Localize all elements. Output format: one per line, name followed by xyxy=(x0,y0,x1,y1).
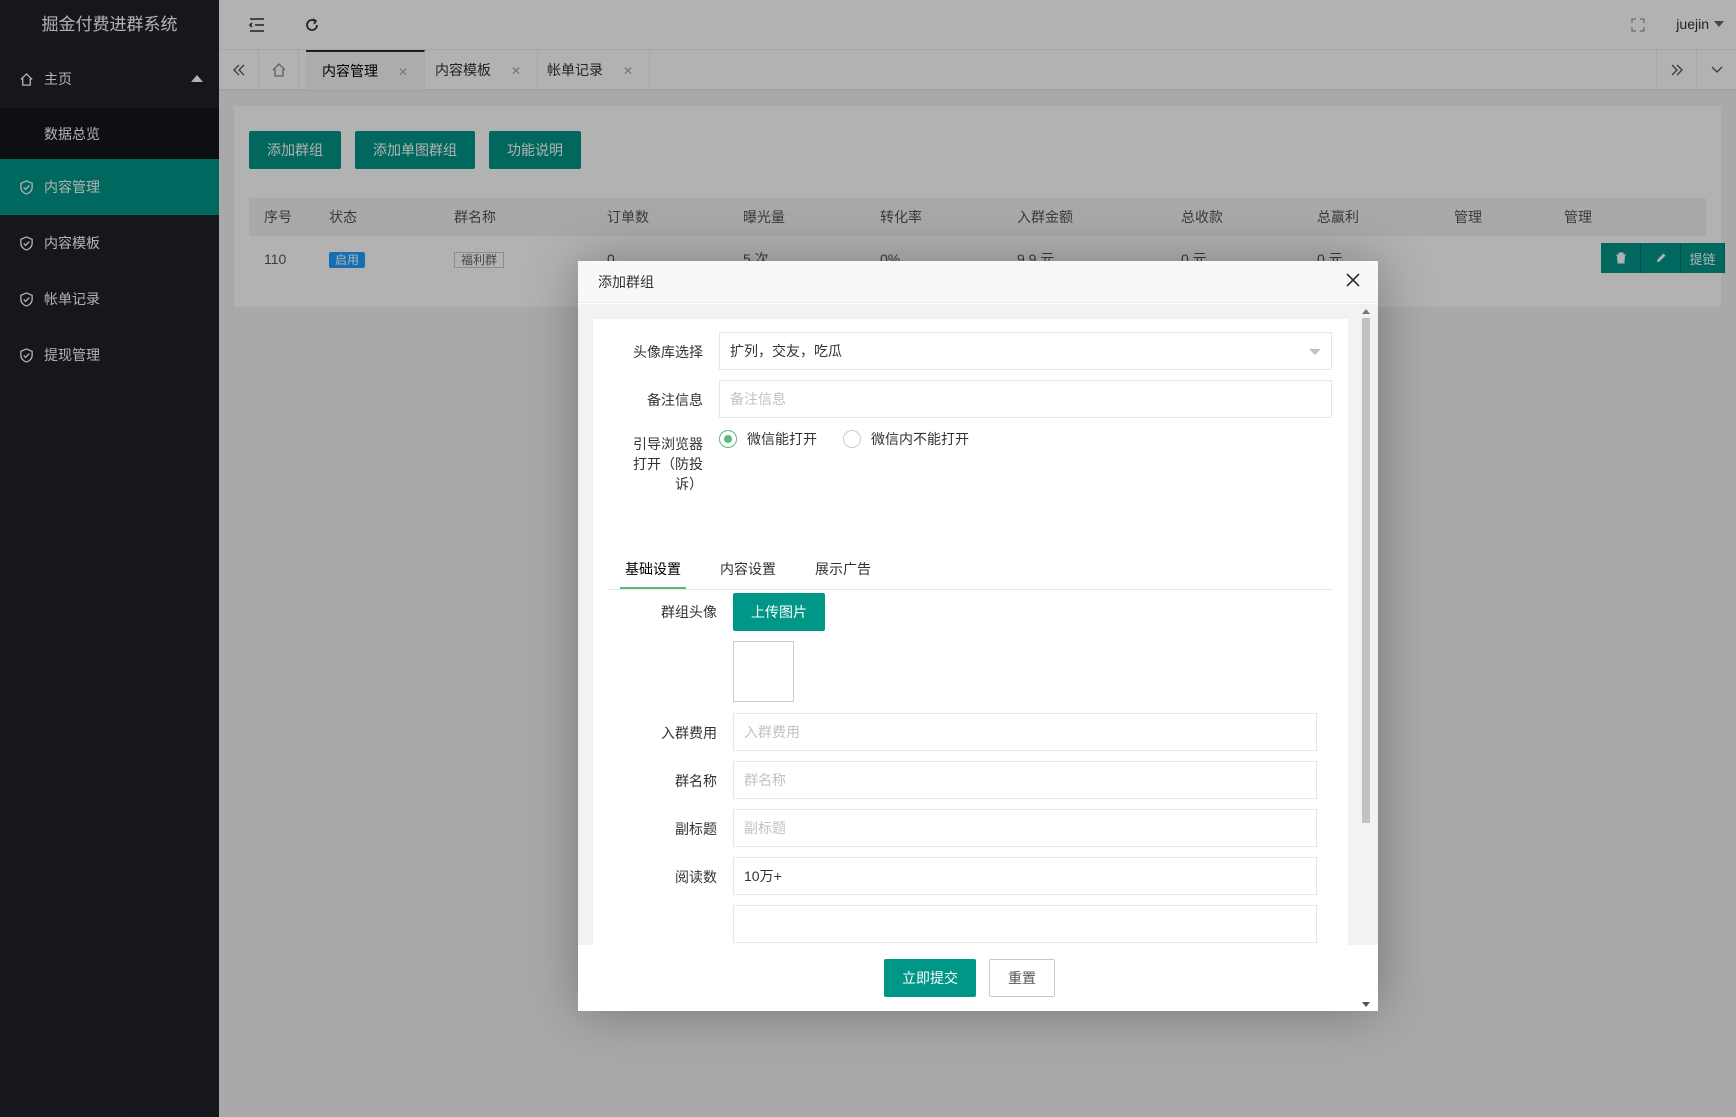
scroll-thumb[interactable] xyxy=(1362,318,1370,823)
group-name-input[interactable]: 群名称 xyxy=(733,761,1317,799)
submit-button[interactable]: 立即提交 xyxy=(884,959,976,997)
form-card: 头像库选择 扩列，交友，吃瓜 备注信息 备注信息 引导浏览器 打开（防投 诉） … xyxy=(593,319,1348,945)
tab-basic-settings[interactable]: 基础设置 xyxy=(620,549,686,589)
avatar-library-label: 头像库选择 xyxy=(633,344,703,360)
radio-unchecked-icon xyxy=(843,430,861,448)
scroll-down-icon xyxy=(1362,1002,1370,1007)
remark-label: 备注信息 xyxy=(647,392,703,408)
browser-label-line-2: 打开（防投 xyxy=(633,456,703,472)
add-group-dialog: 添加群组 头像库选择 扩列，交友，吃瓜 备注信息 备注信息 引导浏览器 打开（防… xyxy=(578,261,1378,1011)
radio-label: 微信能打开 xyxy=(747,431,817,447)
radio-checked-icon xyxy=(719,430,737,448)
remark-input[interactable]: 备注信息 xyxy=(719,380,1332,418)
scroll-up-icon xyxy=(1362,309,1370,314)
browser-label-line-3: 诉） xyxy=(675,476,703,492)
dialog-scrollbar[interactable] xyxy=(1360,308,1370,1008)
subtitle-input[interactable]: 副标题 xyxy=(733,809,1317,847)
group-name-label: 群名称 xyxy=(675,773,717,789)
avatar-library-select[interactable]: 扩列，交友，吃瓜 xyxy=(719,332,1332,370)
fee-label: 入群费用 xyxy=(661,725,717,741)
fee-input[interactable]: 入群费用 xyxy=(733,713,1317,751)
dialog-footer: 立即提交 重置 xyxy=(578,945,1378,1011)
radio-label: 微信内不能打开 xyxy=(871,431,969,447)
upload-image-button[interactable]: 上传图片 xyxy=(733,593,825,631)
radio-wechat-open[interactable]: 微信能打开 xyxy=(719,429,817,449)
group-avatar-label: 群组头像 xyxy=(661,604,717,620)
tab-content-settings[interactable]: 内容设置 xyxy=(715,549,781,589)
tab-ad-settings[interactable]: 展示广告 xyxy=(810,549,876,589)
radio-wechat-no-open[interactable]: 微信内不能打开 xyxy=(843,429,969,449)
browser-label-line-1: 引导浏览器 xyxy=(633,436,703,452)
reset-button[interactable]: 重置 xyxy=(989,959,1055,997)
dialog-title: 添加群组 xyxy=(578,261,1378,303)
avatar-preview xyxy=(733,641,794,702)
next-input[interactable] xyxy=(733,905,1317,943)
dialog-body: 头像库选择 扩列，交友，吃瓜 备注信息 备注信息 引导浏览器 打开（防投 诉） … xyxy=(578,304,1378,945)
chevron-down-icon xyxy=(1309,349,1321,355)
form-tabs: 基础设置 内容设置 展示广告 xyxy=(608,549,1333,590)
reads-input[interactable]: 10万+ xyxy=(733,857,1317,895)
close-icon[interactable] xyxy=(1346,273,1364,291)
subtitle-label: 副标题 xyxy=(675,821,717,837)
select-value: 扩列，交友，吃瓜 xyxy=(730,343,842,359)
reads-label: 阅读数 xyxy=(675,869,717,885)
